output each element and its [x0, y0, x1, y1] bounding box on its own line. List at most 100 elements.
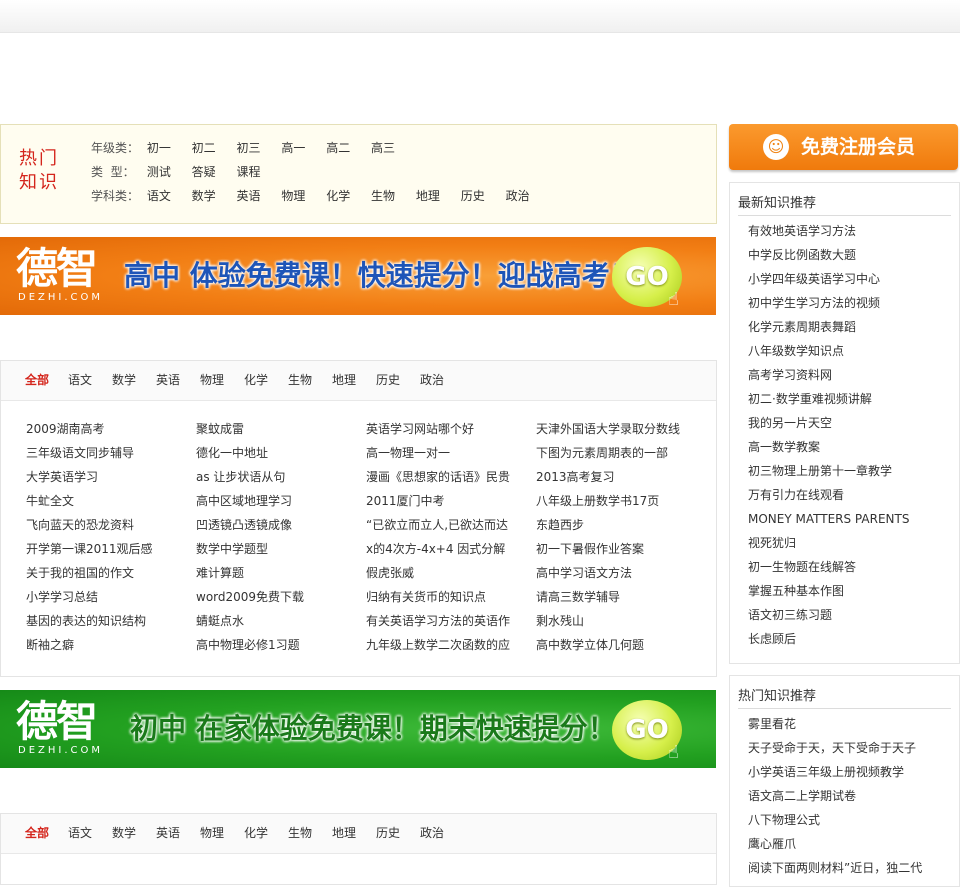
knowledge-link[interactable]: 2011厦门中考 [366, 489, 516, 513]
tab-all[interactable]: 全部 [25, 814, 49, 853]
list-item[interactable]: 初一生物题在线解答 [748, 555, 948, 579]
knowledge-link[interactable]: 牛虻全文 [26, 489, 176, 513]
knowledge-link[interactable]: 剩水残山 [536, 609, 686, 633]
knowledge-link[interactable]: 高中学习语文方法 [536, 561, 686, 585]
register-member-button[interactable]: ☺ 免费注册会员 [729, 124, 958, 170]
knowledge-link[interactable]: 小学学习总结 [26, 585, 176, 609]
list-item[interactable]: 长虑顾后 [748, 627, 948, 651]
knowledge-link[interactable]: 开学第一课2011观后感 [26, 537, 176, 561]
knowledge-link[interactable]: as 让步状语从句 [196, 465, 346, 489]
list-item[interactable]: 高一数学教案 [748, 435, 948, 459]
tab-history[interactable]: 历史 [376, 361, 400, 400]
junior-high-promo-banner[interactable]: 德智 DEZHI.COM 初中 在家体验免费课！期末快速提分！ GO ☝ [0, 690, 716, 768]
list-item[interactable]: 中学反比例函数大题 [748, 243, 948, 267]
subject-link[interactable]: 政治 [506, 186, 530, 206]
list-item[interactable]: 初三物理上册第十一章教学 [748, 459, 948, 483]
knowledge-link[interactable]: word2009免费下载 [196, 585, 346, 609]
tab-politics[interactable]: 政治 [420, 361, 444, 400]
knowledge-link[interactable]: 漫画《思想家的话语》民贵 [366, 465, 516, 489]
tab-english[interactable]: 英语 [156, 361, 180, 400]
list-item[interactable]: 我的另一片天空 [748, 411, 948, 435]
tab-chinese[interactable]: 语文 [68, 814, 92, 853]
tab-chemistry[interactable]: 化学 [244, 361, 268, 400]
knowledge-link[interactable]: 数学中学题型 [196, 537, 346, 561]
knowledge-link[interactable]: 高中物理必修1习题 [196, 633, 346, 657]
list-item[interactable]: 万有引力在线观看 [748, 483, 948, 507]
knowledge-link[interactable]: 蜻蜓点水 [196, 609, 346, 633]
list-item[interactable]: 八年级数学知识点 [748, 339, 948, 363]
tab-geography[interactable]: 地理 [332, 361, 356, 400]
list-item[interactable]: 阅读下面两则材料”近日，独二代 [748, 856, 948, 880]
type-link[interactable]: 测试 [147, 162, 171, 182]
knowledge-link[interactable]: 高中区域地理学习 [196, 489, 346, 513]
knowledge-link[interactable]: 关于我的祖国的作文 [26, 561, 176, 585]
knowledge-link[interactable]: 高中数学立体几何题 [536, 633, 686, 657]
knowledge-link[interactable]: 德化一中地址 [196, 441, 346, 465]
list-item[interactable]: 雾里看花 [748, 712, 948, 736]
knowledge-link[interactable]: 2009湖南高考 [26, 417, 176, 441]
tab-geography[interactable]: 地理 [332, 814, 356, 853]
knowledge-link[interactable]: 八年级上册数学书17页 [536, 489, 686, 513]
list-item[interactable]: 初中学生学习方法的视频 [748, 291, 948, 315]
list-item[interactable]: 八下物理公式 [748, 808, 948, 832]
subject-link[interactable]: 数学 [192, 186, 216, 206]
tab-all[interactable]: 全部 [25, 361, 49, 400]
knowledge-link[interactable]: 请高三数学辅导 [536, 585, 686, 609]
knowledge-link[interactable]: 飞向蓝天的恐龙资料 [26, 513, 176, 537]
knowledge-link[interactable]: 下图为元素周期表的一部 [536, 441, 686, 465]
knowledge-link[interactable]: 凹透镜凸透镜成像 [196, 513, 346, 537]
knowledge-link[interactable]: 东趋西步 [536, 513, 686, 537]
type-link[interactable]: 课程 [237, 162, 261, 182]
knowledge-link[interactable]: 聚蚊成雷 [196, 417, 346, 441]
tab-english[interactable]: 英语 [156, 814, 180, 853]
knowledge-link[interactable]: 基因的表达的知识结构 [26, 609, 176, 633]
list-item[interactable]: 小学英语三年级上册视频教学 [748, 760, 948, 784]
tab-math[interactable]: 数学 [112, 361, 136, 400]
knowledge-link[interactable]: 假虎张威 [366, 561, 516, 585]
tab-chinese[interactable]: 语文 [68, 361, 92, 400]
tab-history[interactable]: 历史 [376, 814, 400, 853]
tab-physics[interactable]: 物理 [200, 814, 224, 853]
tab-politics[interactable]: 政治 [420, 814, 444, 853]
tab-chemistry[interactable]: 化学 [244, 814, 268, 853]
list-item[interactable]: 语文高二上学期试卷 [748, 784, 948, 808]
list-item[interactable]: 视死犹归 [748, 531, 948, 555]
knowledge-link[interactable]: “已欲立而立人,已欲达而达 [366, 513, 516, 537]
subject-link[interactable]: 化学 [326, 186, 350, 206]
grade-link[interactable]: 初一 [147, 138, 171, 158]
knowledge-link[interactable]: 高一物理一对一 [366, 441, 516, 465]
grade-link[interactable]: 初二 [192, 138, 216, 158]
knowledge-link[interactable]: 有关英语学习方法的英语作 [366, 609, 516, 633]
list-item[interactable]: 语文初三练习题 [748, 603, 948, 627]
tab-physics[interactable]: 物理 [200, 361, 224, 400]
high-school-promo-banner[interactable]: 德智 DEZHI.COM 高中 体验免费课！快速提分！迎战高考！ GO ☝ [0, 237, 716, 315]
list-item[interactable]: MONEY MATTERS PARENTS [748, 507, 948, 531]
knowledge-link[interactable]: 断袖之癖 [26, 633, 176, 657]
knowledge-link[interactable]: 2013高考复习 [536, 465, 686, 489]
knowledge-link[interactable]: 英语学习网站哪个好 [366, 417, 516, 441]
knowledge-link[interactable]: x的4次方-4x+4 因式分解 [366, 537, 516, 561]
tab-math[interactable]: 数学 [112, 814, 136, 853]
subject-link[interactable]: 语文 [147, 186, 171, 206]
subject-link[interactable]: 历史 [461, 186, 485, 206]
grade-link[interactable]: 高三 [371, 138, 395, 158]
list-item[interactable]: 高考学习资料网 [748, 363, 948, 387]
list-item[interactable]: 化学元素周期表舞蹈 [748, 315, 948, 339]
knowledge-link[interactable]: 难计算题 [196, 561, 346, 585]
knowledge-link[interactable]: 初一下暑假作业答案 [536, 537, 686, 561]
tab-biology[interactable]: 生物 [288, 361, 312, 400]
knowledge-link[interactable]: 三年级语文同步辅导 [26, 441, 176, 465]
subject-link[interactable]: 物理 [281, 186, 305, 206]
knowledge-link[interactable]: 归纳有关货币的知识点 [366, 585, 516, 609]
grade-link[interactable]: 初三 [237, 138, 261, 158]
subject-link[interactable]: 英语 [237, 186, 261, 206]
knowledge-link[interactable]: 天津外国语大学录取分数线 [536, 417, 686, 441]
list-item[interactable]: 初二·数学重难视频讲解 [748, 387, 948, 411]
subject-link[interactable]: 生物 [371, 186, 395, 206]
subject-link[interactable]: 地理 [416, 186, 440, 206]
type-link[interactable]: 答疑 [192, 162, 216, 182]
tab-biology[interactable]: 生物 [288, 814, 312, 853]
list-item[interactable]: 掌握五种基本作图 [748, 579, 948, 603]
grade-link[interactable]: 高二 [326, 138, 350, 158]
list-item[interactable]: 小学四年级英语学习中心 [748, 267, 948, 291]
